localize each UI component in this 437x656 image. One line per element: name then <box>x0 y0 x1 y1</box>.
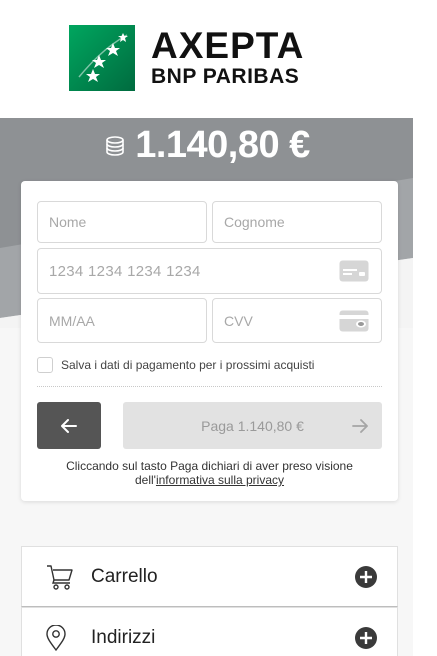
card-number-input[interactable]: 1234 1234 1234 1234 <box>37 248 382 294</box>
accordion-cart[interactable]: Carrello <box>21 546 398 607</box>
arrow-right-icon <box>352 418 368 433</box>
credit-card-icon <box>339 260 369 282</box>
divider <box>37 386 382 387</box>
location-pin-icon <box>46 624 66 651</box>
cart-icon <box>47 564 73 590</box>
payment-form-panel: Nome Cognome 1234 1234 1234 1234 MM/AA C… <box>21 181 398 501</box>
expiry-date-input[interactable]: MM/AA <box>37 298 207 343</box>
first-name-input[interactable]: Nome <box>37 201 207 243</box>
save-payment-label: Salva i dati di pagamento per i prossimi… <box>61 358 315 372</box>
amount-row: 1.140,80 € <box>0 122 413 168</box>
disclaimer-text: Cliccando sul tasto Paga dichiari di ave… <box>66 459 353 473</box>
pay-button-label: Paga 1.140,80 € <box>201 417 304 434</box>
header: AXEPTA BNP PARIBAS <box>0 0 437 118</box>
expand-plus-icon[interactable] <box>354 565 378 589</box>
expand-plus-icon[interactable] <box>354 626 378 650</box>
cvv-placeholder: CVV <box>224 312 253 329</box>
card-back-cvv-icon <box>339 310 369 331</box>
accordion-addresses-label: Indirizzi <box>91 626 156 648</box>
card-number-placeholder: 1234 1234 1234 1234 <box>49 262 201 280</box>
coins-icon <box>106 136 124 156</box>
back-button[interactable] <box>37 402 101 449</box>
accordion-addresses[interactable]: Indirizzi <box>21 607 398 656</box>
brand-title: AXEPTA <box>151 25 305 66</box>
cvv-input[interactable]: CVV <box>212 298 382 343</box>
arrow-left-icon <box>61 418 77 433</box>
disclaimer-prefix: dell' <box>134 473 156 487</box>
last-name-input[interactable]: Cognome <box>212 201 382 243</box>
privacy-policy-link[interactable]: informativa sulla privacy <box>156 473 284 487</box>
payment-amount: 1.140,80 € <box>135 123 310 166</box>
brand-subtitle: BNP PARIBAS <box>151 65 300 88</box>
pay-button[interactable]: Paga 1.140,80 € <box>123 402 382 449</box>
expiry-placeholder: MM/AA <box>49 312 95 329</box>
first-name-placeholder: Nome <box>49 214 87 230</box>
last-name-placeholder: Cognome <box>224 214 285 230</box>
save-payment-checkbox[interactable] <box>37 357 53 373</box>
bnp-stars-logo-icon <box>69 25 135 91</box>
privacy-disclaimer: Cliccando sul tasto Paga dichiari di ave… <box>37 459 382 487</box>
accordion-cart-label: Carrello <box>91 565 158 587</box>
save-payment-row[interactable]: Salva i dati di pagamento per i prossimi… <box>37 357 314 373</box>
scrollbar-track[interactable] <box>413 118 437 656</box>
